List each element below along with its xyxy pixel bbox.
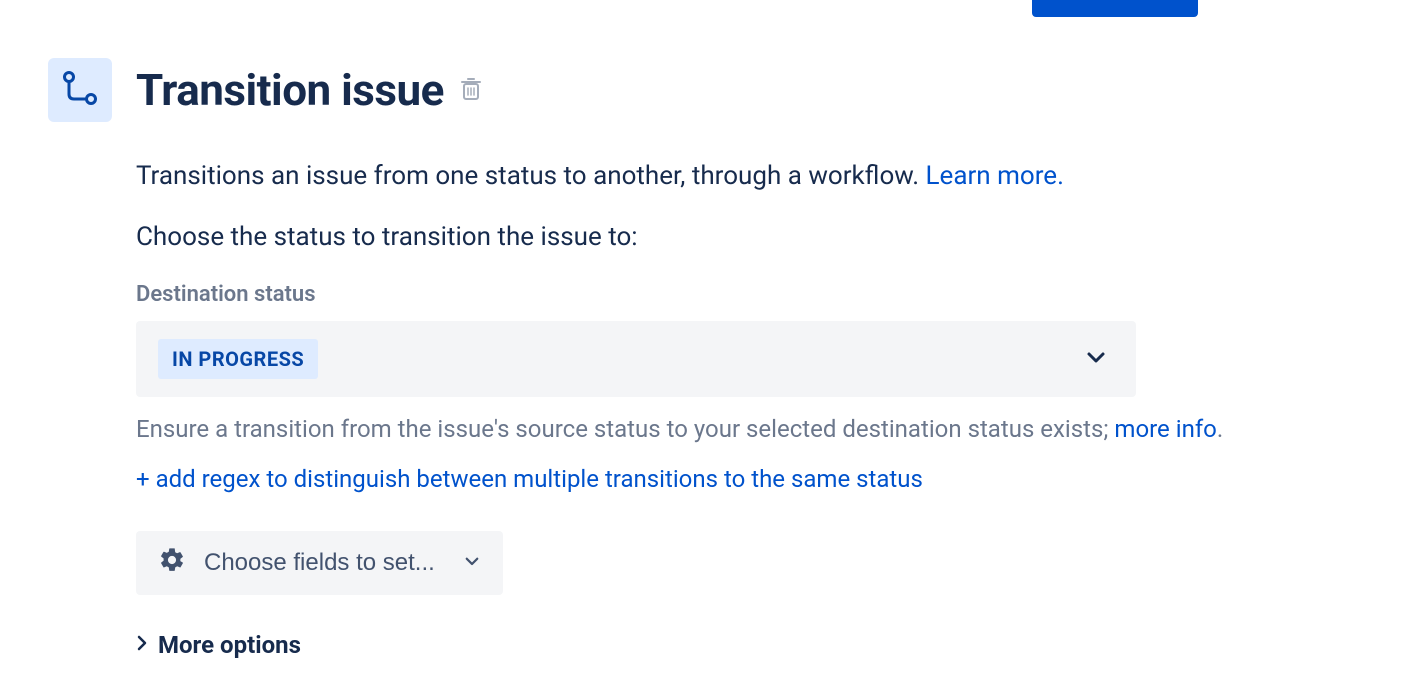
choose-fields-label: Choose fields to set... [204, 549, 435, 577]
destination-status-select[interactable]: IN PROGRESS [136, 321, 1136, 397]
add-regex-link[interactable]: + add regex to distinguish between multi… [136, 465, 923, 493]
more-info-link[interactable]: more info [1114, 415, 1216, 443]
choose-fields-button[interactable]: Choose fields to set... [136, 531, 503, 595]
chevron-down-icon [463, 549, 481, 577]
chevron-right-icon [136, 635, 148, 656]
top-primary-button[interactable] [1032, 0, 1198, 17]
more-options-label: More options [158, 631, 301, 659]
transition-icon [60, 68, 100, 112]
description-main: Transitions an issue from one status to … [136, 161, 926, 191]
description-text: Transitions an issue from one status to … [136, 158, 1340, 194]
help-text-period: . [1217, 415, 1223, 443]
title-wrap: Transition issue [136, 64, 486, 116]
choose-status-prompt: Choose the status to transition the issu… [136, 222, 1340, 252]
trash-icon [460, 77, 482, 104]
destination-help-text: Ensure a transition from the issue's sou… [136, 415, 1340, 443]
body-column: Transitions an issue from one status to … [136, 158, 1340, 659]
chevron-down-icon [1084, 345, 1108, 373]
delete-button[interactable] [456, 73, 486, 108]
header-row: Transition issue [48, 58, 1340, 122]
learn-more-link[interactable]: Learn more. [926, 161, 1064, 191]
status-lozenge: IN PROGRESS [158, 339, 318, 379]
gear-icon [158, 546, 186, 581]
transition-issue-panel: Transition issue Transitions an issue fr… [48, 58, 1340, 659]
help-text-main: Ensure a transition from the issue's sou… [136, 415, 1114, 443]
more-options-toggle[interactable]: More options [136, 631, 301, 659]
transition-icon-container [48, 58, 112, 122]
destination-status-label: Destination status [136, 282, 1340, 307]
page-title: Transition issue [136, 64, 444, 116]
